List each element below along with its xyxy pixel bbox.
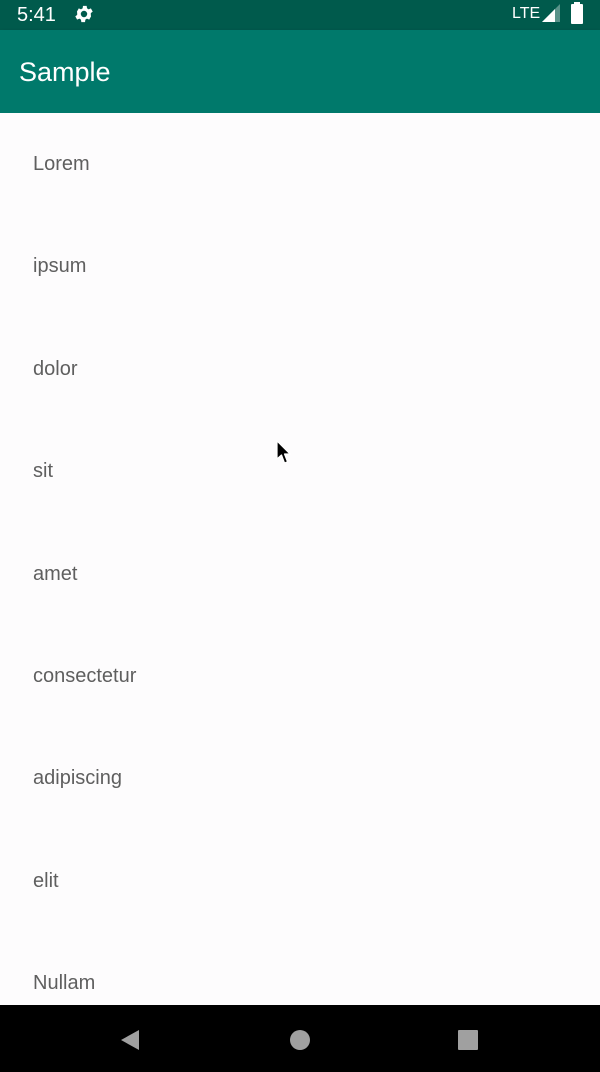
list-item[interactable]: Nullam (0, 932, 600, 1005)
recents-icon (458, 1030, 478, 1050)
list-item-label: adipiscing (33, 767, 122, 790)
list-item-label: sit (33, 460, 53, 483)
list-item-label: ipsum (33, 255, 87, 278)
list-item[interactable]: amet (0, 523, 600, 625)
back-icon (121, 1030, 139, 1050)
list-item-label: elit (33, 869, 59, 892)
home-button[interactable] (285, 1025, 315, 1055)
list-item-label: dolor (33, 357, 78, 380)
list-item-label: Nullam (33, 972, 96, 995)
app-bar: Sample (0, 30, 600, 113)
list-item[interactable]: ipsum (0, 215, 600, 317)
list-item-label: consectetur (33, 664, 137, 687)
navigation-bar (0, 1005, 600, 1072)
recents-button[interactable] (453, 1025, 483, 1055)
list-item[interactable]: sit (0, 420, 600, 522)
item-list[interactable]: Lorem ipsum dolor sit amet consectetur a… (0, 113, 600, 1005)
signal-icon (542, 4, 560, 22)
status-time: 5:41 (17, 4, 56, 26)
list-item[interactable]: adipiscing (0, 727, 600, 829)
mouse-cursor-icon (276, 440, 291, 464)
back-button[interactable] (115, 1025, 145, 1055)
network-type: LTE (512, 5, 541, 22)
list-item[interactable]: consectetur (0, 625, 600, 727)
list-item[interactable]: Lorem (0, 113, 600, 215)
battery-icon (571, 2, 583, 24)
status-bar: 5:41 LTE (0, 0, 600, 30)
home-icon (290, 1030, 310, 1050)
app-title: Sample (19, 57, 111, 87)
list-item-label: Lorem (33, 153, 90, 175)
list-item-label: amet (33, 562, 78, 585)
list-item[interactable]: dolor (0, 318, 600, 420)
gear-icon (75, 5, 93, 23)
list-item[interactable]: elit (0, 830, 600, 932)
